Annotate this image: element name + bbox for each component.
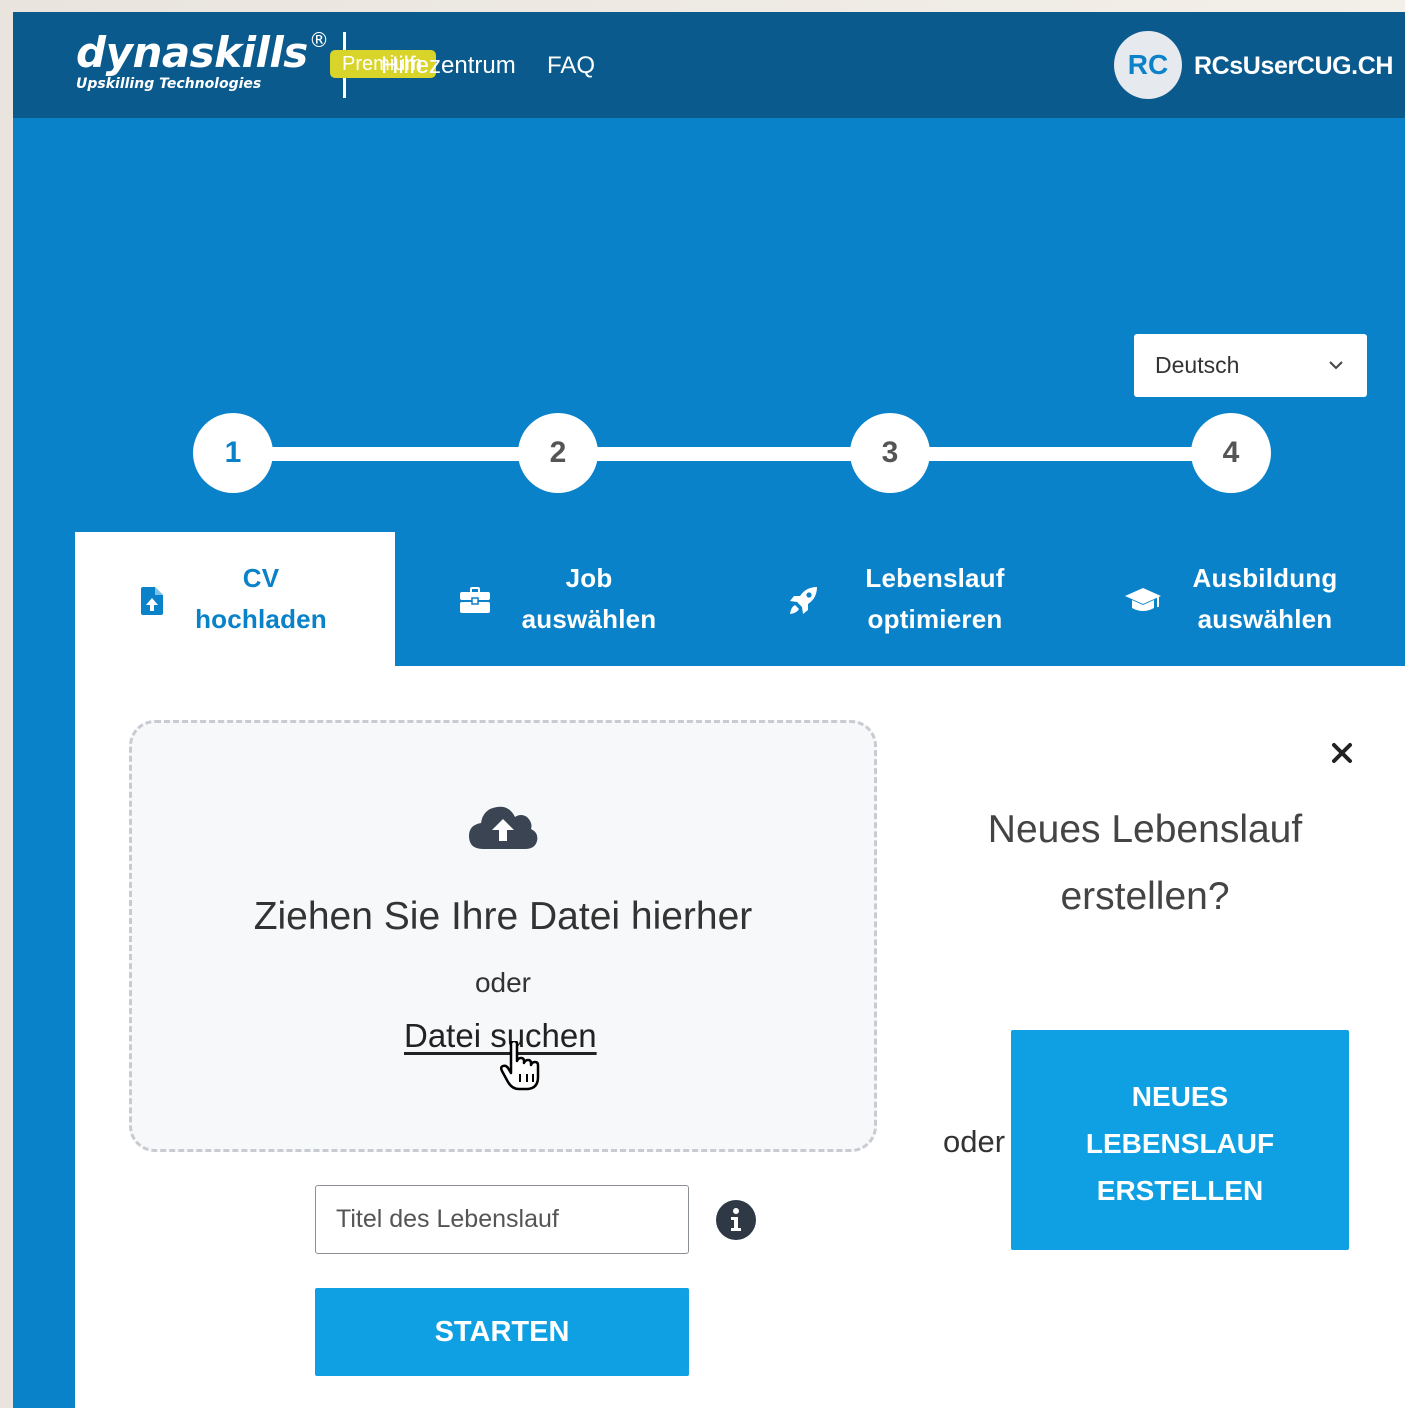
close-icon[interactable] <box>1331 742 1353 764</box>
tab-cv-optimize-line2: optimieren <box>867 604 1003 634</box>
start-button[interactable]: STARTEN <box>315 1288 689 1376</box>
new-cv-question: Neues Lebenslauf erstellen? <box>975 796 1315 930</box>
logo-name: dynaskills <box>76 28 308 77</box>
tab-cv-upload[interactable]: CV hochladen <box>75 532 395 666</box>
upload-panel: Ziehen Sie Ihre Datei hierher oder Datei… <box>75 666 1405 1408</box>
logo-tagline: Upskilling Technologies <box>76 76 262 92</box>
file-dropzone[interactable]: Ziehen Sie Ihre Datei hierher oder Datei… <box>129 720 877 1152</box>
stepper-track <box>233 447 1233 461</box>
username[interactable]: RCsUserCUG.CH <box>1194 52 1393 81</box>
create-new-cv-line1: NEUES <box>1131 1081 1229 1112</box>
tab-job-select-line2: auswählen <box>521 604 657 634</box>
tab-cv-upload-line2: hochladen <box>195 604 327 634</box>
cloud-upload-icon <box>469 806 538 849</box>
help-center-link[interactable]: Hilfezentrum <box>381 52 516 80</box>
dynaskills-logo[interactable]: dynaskills ® Upskilling Technologies <box>76 28 329 92</box>
tab-education-select-line2: auswählen <box>1197 604 1333 634</box>
top-header: dynaskills ® Upskilling Technologies Pre… <box>13 12 1405 118</box>
step-3[interactable]: 3 <box>850 413 930 493</box>
tab-job-select-line1: Job <box>565 563 613 593</box>
tab-cv-upload-line1: CV <box>242 563 280 593</box>
tab-cv-optimize[interactable]: Lebenslauf optimieren <box>725 532 1065 666</box>
rocket-icon <box>790 587 817 614</box>
graduation-cap-icon <box>1125 588 1161 611</box>
hand-cursor-icon <box>500 1041 540 1091</box>
tab-education-select[interactable]: Ausbildung auswählen <box>1065 532 1405 666</box>
drop-title: Ziehen Sie Ihre Datei hierher <box>253 895 753 938</box>
step-1[interactable]: 1 <box>193 413 273 493</box>
step-2[interactable]: 2 <box>518 413 598 493</box>
tab-cv-optimize-line1: Lebenslauf <box>865 563 1005 593</box>
avatar[interactable]: RC <box>1114 31 1182 99</box>
chevron-down-icon <box>1329 361 1343 370</box>
cv-title-input[interactable]: Titel des Lebenslauf <box>315 1185 689 1254</box>
or-label: oder <box>943 1124 1006 1159</box>
tab-job-select[interactable]: Job auswählen <box>395 532 725 666</box>
info-icon[interactable] <box>716 1200 756 1240</box>
language-select[interactable]: Deutsch <box>1134 334 1367 397</box>
faq-link[interactable]: FAQ <box>547 52 595 80</box>
logo-registered-mark: ® <box>309 28 329 52</box>
create-new-cv-button[interactable]: NEUES LEBENSLAUF ERSTELLEN <box>1011 1030 1349 1250</box>
new-cv-question-line1: Neues Lebenslauf <box>987 808 1303 851</box>
new-cv-question-line2: erstellen? <box>1060 875 1230 918</box>
briefcase-icon <box>460 587 490 613</box>
create-new-cv-line3: ERSTELLEN <box>1096 1175 1264 1206</box>
step-4[interactable]: 4 <box>1191 413 1271 493</box>
create-new-cv-line2: LEBENSLAUF <box>1085 1128 1275 1159</box>
drop-or-text: oder <box>474 967 532 998</box>
app-window: dynaskills ® Upskilling Technologies Pre… <box>13 12 1405 1408</box>
tab-education-select-line1: Ausbildung <box>1192 563 1338 593</box>
file-upload-icon <box>141 587 163 615</box>
language-selected-value: Deutsch <box>1155 352 1240 378</box>
